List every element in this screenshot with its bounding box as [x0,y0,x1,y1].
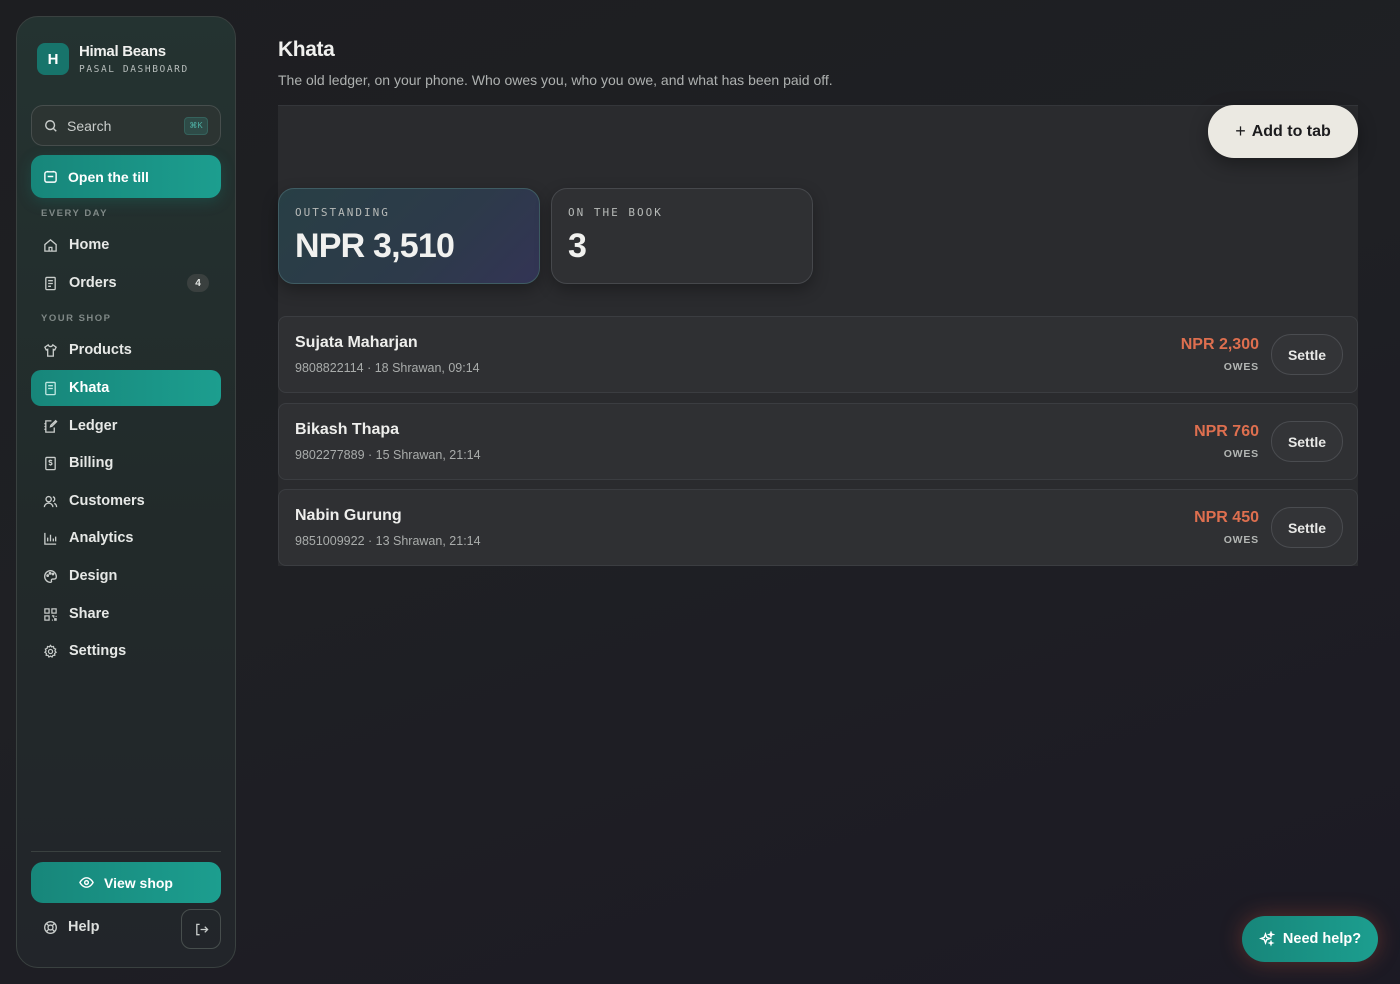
add-to-tab-button[interactable]: + Add to tab [1208,105,1358,158]
stat-card-on-the-book: ON THE BOOK 3 [551,188,813,284]
search-icon [45,119,57,132]
sparkles-icon [1258,931,1275,947]
nav-label-share: Share [69,606,110,622]
open-till-label: Open the till [68,168,149,185]
qr-code-icon [44,607,57,621]
open-till-button[interactable]: Open the till [31,155,221,198]
section-your-shop: YOUR SHOP [41,313,112,324]
entry-meta: 9851009922 · 13 Shrawan, 21:14 [295,534,481,548]
nav-item-khata[interactable]: Khata [31,370,221,406]
page-title: Khata [278,38,335,61]
owes-status: OWES [1223,448,1259,460]
brand[interactable]: H Himal Beans PASAL DASHBOARD [37,43,189,75]
settle-button[interactable]: Settle [1271,334,1343,375]
view-shop-label: View shop [104,874,173,891]
nav-item-share[interactable]: Share [31,596,221,632]
nav-item-orders[interactable]: Orders 4 [31,265,221,301]
brand-logo: H [37,43,69,75]
amount-owed: NPR 760 [1194,423,1259,440]
shirt-icon [44,343,57,357]
nav-label-khata: Khata [69,380,110,396]
nav-label-billing: Billing [69,455,114,471]
nav-label-settings: Settings [69,643,127,659]
customer-name: Sujata Maharjan [295,334,418,351]
need-help-button[interactable]: Need help? [1242,916,1378,962]
settle-button[interactable]: Settle [1271,421,1343,462]
gear-icon [43,643,58,658]
stat-card-outstanding: OUTSTANDING NPR 3,510 [278,188,540,284]
nav-item-products[interactable]: Products [31,332,221,368]
amount-owed: NPR 450 [1194,509,1259,526]
nav-label-orders: Orders [69,275,117,291]
nav-label-ledger: Ledger [69,418,118,434]
amount-owed: NPR 2,300 [1180,336,1259,353]
nav-item-billing[interactable]: Billing [31,445,221,481]
logout-button[interactable] [181,909,221,949]
search-placeholder: Search [67,117,112,134]
nav-item-settings[interactable]: Settings [31,633,221,669]
customer-name: Bikash Thapa [295,421,400,438]
entry-meta: 9808822114 · 18 Shrawan, 09:14 [295,361,480,375]
list-item[interactable]: Nabin Gurung 9851009922 · 13 Shrawan, 21… [278,489,1358,566]
invoice-icon [45,456,56,470]
stat-value: NPR 3,510 [295,227,455,265]
plus-icon: + [1235,121,1246,141]
users-icon [43,495,58,507]
sidebar-divider [31,851,221,852]
help-label: Help [68,919,100,935]
owes-status: OWES [1223,361,1259,373]
home-icon [44,238,57,252]
nav-item-home[interactable]: Home [31,227,221,263]
nav-item-customers[interactable]: Customers [31,483,221,519]
view-shop-button[interactable]: View shop [31,862,221,903]
nav-item-ledger[interactable]: Ledger [31,408,221,444]
stat-label: OUTSTANDING [295,206,390,219]
settle-button[interactable]: Settle [1271,507,1343,548]
logout-icon [195,923,209,935]
stat-value: 3 [568,227,587,265]
nav-item-design[interactable]: Design [31,558,221,594]
stat-label: ON THE BOOK [568,206,663,219]
nav-label-analytics: Analytics [69,530,134,546]
brand-subtitle: PASAL DASHBOARD [79,64,189,75]
notebook-pen-icon [44,419,58,433]
customer-name: Nabin Gurung [295,507,402,524]
help-link[interactable]: Help [43,919,99,935]
list-item[interactable]: Bikash Thapa 9802277889 · 15 Shrawan, 21… [278,403,1358,480]
orders-count-badge: 4 [187,274,209,292]
owes-status: OWES [1223,534,1259,546]
palette-icon [44,569,57,583]
brand-name: Himal Beans [79,43,166,60]
bar-chart-icon [44,532,57,545]
book-icon [45,381,56,395]
entry-meta: 9802277889 · 15 Shrawan, 21:14 [295,448,481,462]
nav-label-design: Design [69,568,118,584]
receipt-icon [45,276,56,290]
list-item[interactable]: Sujata Maharjan 9808822114 · 18 Shrawan,… [278,316,1358,393]
need-help-label: Need help? [1282,931,1362,947]
nav-label-home: Home [69,237,110,253]
add-to-tab-label: Add to tab [1251,122,1331,140]
nav-label-products: Products [69,342,132,358]
nav-item-analytics[interactable]: Analytics [31,520,221,556]
eye-icon [79,877,94,888]
register-icon [44,170,57,183]
nav-label-customers: Customers [69,493,145,509]
section-every-day: EVERY DAY [41,208,109,219]
page-subtitle: The old ledger, on your phone. Who owes … [278,72,833,88]
search-input[interactable]: Search ⌘K [31,105,221,146]
search-shortcut: ⌘K [184,116,208,135]
sidebar: H Himal Beans PASAL DASHBOARD Search ⌘K … [16,16,236,968]
lifebuoy-icon [44,920,57,934]
